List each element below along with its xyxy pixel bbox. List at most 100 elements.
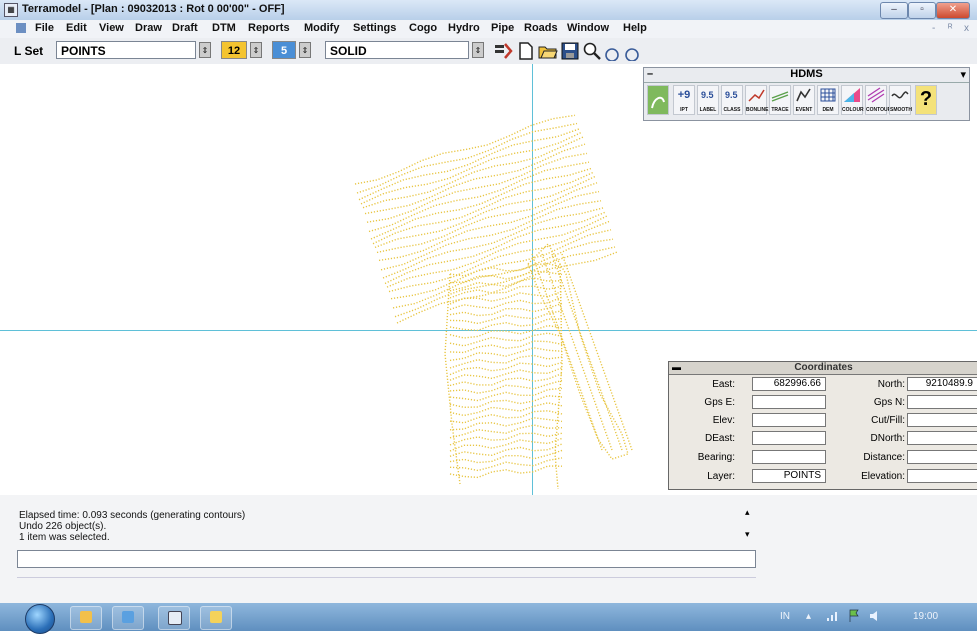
linetype-dropdown-button[interactable]: ⇕ (472, 42, 484, 58)
east-label: East: (712, 379, 735, 390)
hdms-contour-label: CONTOUR (866, 107, 892, 113)
signal-icon[interactable] (826, 610, 840, 622)
menu-cogo[interactable]: Cogo (409, 22, 437, 34)
start-button[interactable] (25, 604, 55, 634)
tray-clock: 19:00 (913, 611, 939, 622)
contour-line (449, 387, 563, 402)
status-bar (17, 577, 756, 596)
menu-window[interactable]: Window (567, 22, 609, 34)
maximize-button[interactable]: ▫ (908, 2, 936, 19)
hdms-point-glyph: +9 (677, 89, 691, 101)
speaker-icon[interactable] (868, 609, 882, 623)
menu-pipe[interactable]: Pipe (491, 22, 514, 34)
layer-manager-icon[interactable] (493, 41, 513, 61)
gps-n-label: Gps N: (873, 397, 905, 408)
layer-value: POINTS (752, 469, 826, 483)
minimize-button[interactable]: – (880, 2, 908, 19)
menu-modify[interactable]: Modify (304, 22, 339, 34)
dnorth-value (907, 431, 977, 445)
contour-line (449, 332, 563, 347)
menu-draft[interactable]: Draft (172, 22, 198, 34)
contour-line (449, 324, 563, 339)
menu-draw[interactable]: Draw (135, 22, 162, 34)
contour-line (449, 417, 563, 431)
hdms-dem-tool[interactable]: DEM (817, 85, 839, 115)
open-folder-icon[interactable] (538, 41, 558, 61)
hdms-colour-tool[interactable]: COLOUR (841, 85, 864, 115)
new-file-icon[interactable] (516, 41, 536, 61)
contour-line (449, 367, 563, 381)
mdi-restore-button[interactable]: ᴿ (948, 23, 953, 34)
hdms-map-tool[interactable] (647, 85, 669, 115)
menu-view[interactable]: View (99, 22, 124, 34)
mdi-close-button[interactable]: x (964, 23, 969, 34)
deast-label: DEast: (704, 433, 735, 444)
command-input[interactable] (17, 550, 756, 568)
menu-reports[interactable]: Reports (248, 22, 290, 34)
hdms-help-tool[interactable]: ? (915, 85, 937, 115)
menu-edit[interactable]: Edit (66, 22, 87, 34)
weight-dropdown-button[interactable]: ⇕ (299, 42, 311, 58)
menu-file[interactable]: File (35, 22, 54, 34)
terramodel-icon (168, 611, 182, 625)
hdms-event-label: EVENT (795, 107, 813, 113)
taskbar-browser-app[interactable] (112, 606, 144, 630)
menu-hydro[interactable]: Hydro (448, 22, 480, 34)
hdms-smooth-label: SMOOTH (890, 107, 912, 113)
app-icon (210, 611, 222, 623)
flag-icon[interactable] (848, 609, 860, 623)
zoom-icon[interactable] (582, 41, 602, 61)
color-dropdown-button[interactable]: ⇕ (250, 42, 262, 58)
output-scroll-up-button[interactable]: ▴ (745, 507, 750, 518)
contour-line (449, 449, 563, 464)
menu-dtm[interactable]: DTM (212, 22, 236, 34)
tray-language[interactable]: IN (780, 611, 790, 622)
hdms-label-tool[interactable]: 9.5 LABEL (697, 85, 719, 115)
document-icon[interactable] (16, 23, 26, 33)
gps-n-value (907, 395, 977, 409)
layer-dropdown-button[interactable]: ⇕ (199, 42, 211, 58)
hdms-smooth-tool[interactable]: SMOOTH (889, 85, 912, 115)
menu-help[interactable]: Help (623, 22, 647, 34)
contour-icon (867, 87, 885, 103)
hdms-bonline-tool[interactable]: BONLINE (745, 85, 769, 115)
hdms-trace-tool[interactable]: TRACE (769, 85, 791, 115)
hdms-dem-label: DEM (822, 107, 834, 113)
taskbar-app[interactable] (200, 606, 232, 630)
menu-roads[interactable]: Roads (524, 22, 558, 34)
hdms-dropdown-button[interactable]: ▾ (960, 68, 966, 81)
save-icon[interactable] (560, 41, 580, 61)
hdms-event-tool[interactable]: EVENT (793, 85, 815, 115)
north-label: North: (877, 379, 905, 390)
contour-line (449, 457, 563, 472)
mdi-minimize-button[interactable]: - (932, 23, 935, 34)
menu-settings[interactable]: Settings (353, 22, 396, 34)
hdms-point-tool[interactable]: +9 IPT (673, 85, 695, 115)
zoom-tools-icon[interactable] (604, 41, 644, 61)
contour-line (449, 402, 563, 417)
layer-select[interactable]: POINTS (56, 41, 196, 59)
hdms-class-tool[interactable]: 9.5 CLASS (721, 85, 743, 115)
contour-line (449, 340, 563, 354)
hdms-contour-tool[interactable]: CONTOUR (865, 85, 892, 115)
cut-fill-value (907, 413, 977, 427)
color-select[interactable]: 12 (221, 41, 247, 59)
taskbar: IN ▴ 19:00 (0, 603, 977, 634)
linetype-select[interactable]: SOLID (325, 41, 469, 59)
contour-line (449, 410, 563, 424)
trace-icon (771, 91, 789, 102)
tray-expand-icon[interactable]: ▴ (806, 611, 811, 622)
app-icon[interactable]: ▦ (4, 3, 18, 17)
contour-line (394, 246, 616, 318)
output-scroll-down-button[interactable]: ▾ (745, 529, 750, 540)
contour-line (444, 273, 461, 485)
lset-label: L Set (14, 44, 44, 58)
contour-line (449, 277, 563, 292)
taskbar-terramodel-app[interactable] (158, 606, 190, 630)
contour-line (368, 161, 590, 233)
close-button[interactable]: ✕ (936, 2, 970, 19)
weight-select[interactable]: 5 (272, 41, 296, 59)
taskbar-explorer-app[interactable] (70, 606, 102, 630)
hdms-palette: – HDMS ▾ +9 IPT 9.5 LABEL 9.5 CLASS BONLINE… (643, 67, 970, 121)
coordinates-title: Coordinates (794, 362, 853, 373)
